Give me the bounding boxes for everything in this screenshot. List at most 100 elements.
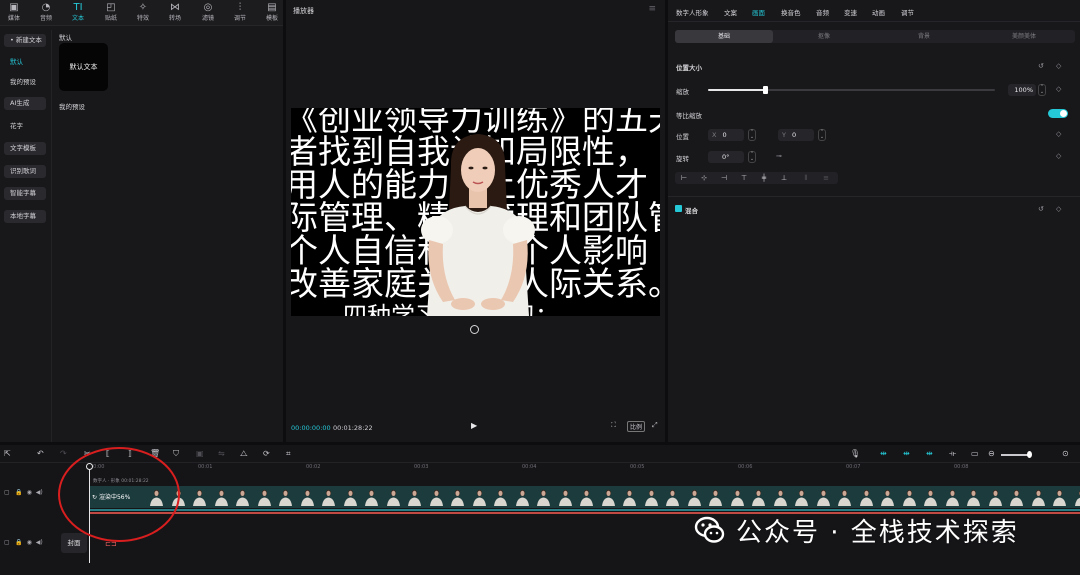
side-item-ai-generate[interactable]: AI生成 bbox=[4, 97, 46, 110]
thumbnail-icon[interactable]: ▭ bbox=[971, 449, 979, 458]
rotate-dial-icon[interactable]: ⊸ bbox=[776, 152, 782, 160]
time-ruler[interactable]: 00:00 00:01 00:02 00:03 00:04 00:05 00:0… bbox=[88, 464, 1080, 474]
track-cover-icon[interactable]: ▢ bbox=[4, 489, 10, 496]
blend-checkbox[interactable] bbox=[675, 205, 682, 212]
recenter-icon[interactable] bbox=[470, 325, 479, 334]
side-item-default[interactable]: 默认 bbox=[4, 56, 46, 69]
undo-icon[interactable]: ↶ bbox=[37, 449, 44, 458]
marker-icon[interactable]: ⛉ bbox=[173, 449, 179, 459]
play-icon[interactable]: ▶ bbox=[471, 421, 477, 430]
rotate-icon[interactable]: ⟳ bbox=[263, 449, 270, 458]
tab-sticker[interactable]: ◰ 贴纸 bbox=[100, 2, 122, 23]
crop-icon[interactable]: ⌗ bbox=[286, 449, 291, 459]
rotate-input[interactable]: 0° bbox=[708, 151, 744, 163]
volume-icon[interactable]: ◀) bbox=[36, 489, 43, 496]
keyframe-icon[interactable]: ◇ bbox=[1056, 130, 1061, 138]
rotate-label: 旋转 bbox=[676, 155, 689, 163]
keyframe-icon[interactable]: ◇ bbox=[1056, 205, 1061, 213]
cover-button[interactable]: 封面 bbox=[61, 533, 87, 553]
distribute-v-icon[interactable]: ≡ bbox=[817, 172, 835, 184]
fullscreen-frame-icon[interactable]: ⛶ bbox=[611, 421, 616, 430]
position-x-input[interactable]: X0 bbox=[708, 129, 744, 141]
tab-adjust[interactable]: ⫶ 调节 bbox=[229, 2, 251, 23]
tab-filter[interactable]: ◎ 滤镜 bbox=[197, 2, 219, 23]
digital-human-figure[interactable] bbox=[403, 126, 553, 316]
side-item-fancy-text[interactable]: 花字 bbox=[4, 120, 46, 133]
section-presets-title: 我的预设 bbox=[59, 103, 85, 111]
mirror-icon[interactable]: ⧍ bbox=[240, 449, 247, 459]
tab-voice[interactable]: 换音色 bbox=[781, 7, 801, 17]
tab-text[interactable]: TI 文本 bbox=[67, 2, 89, 23]
position-y-input[interactable]: Y0 bbox=[778, 129, 814, 141]
distribute-h-icon[interactable]: ⫴ bbox=[797, 172, 815, 184]
tab-digital-human[interactable]: 数字人形象 bbox=[676, 7, 709, 17]
position-y-stepper[interactable]: ⌃ ⌄ bbox=[818, 129, 826, 141]
tab-audio[interactable]: 音频 bbox=[816, 7, 829, 17]
clip-thumbnail bbox=[429, 489, 443, 506]
track-cover-icon[interactable]: ▢ bbox=[4, 539, 10, 546]
preview-axis-icon[interactable]: ⟛ bbox=[949, 449, 956, 459]
align-center-h-icon[interactable]: ⊹ bbox=[695, 172, 713, 184]
subtab-basic[interactable]: 基础 bbox=[675, 30, 773, 43]
zoom-slider-handle[interactable] bbox=[1027, 451, 1032, 458]
visibility-icon[interactable]: ◉ bbox=[27, 489, 32, 496]
tab-script[interactable]: 文案 bbox=[724, 7, 737, 17]
ratio-button[interactable]: 比例 bbox=[627, 421, 646, 432]
keyframe-icon[interactable]: ◇ bbox=[1056, 62, 1061, 70]
digital-human-clip[interactable] bbox=[90, 486, 1080, 508]
side-item-my-presets[interactable]: 我的预设 bbox=[4, 76, 46, 89]
auto-snap-icon[interactable]: ⇹ bbox=[903, 449, 910, 458]
tab-audio[interactable]: ◔ 音频 bbox=[35, 2, 57, 23]
tab-media[interactable]: ▣ 媒体 bbox=[3, 2, 25, 23]
video-preview[interactable]: 《创业领导力训练》的五天 者找到自我认知局限性， 用人的能力与让优秀人才 际管理… bbox=[291, 108, 660, 316]
tab-speed[interactable]: 变速 bbox=[844, 7, 857, 17]
main-track-magnet-icon[interactable]: ⇹ bbox=[880, 449, 887, 458]
subtab-cutout[interactable]: 抠像 bbox=[775, 30, 873, 43]
volume-icon[interactable]: ◀) bbox=[36, 539, 43, 546]
lock-icon[interactable]: 🔒 bbox=[15, 539, 22, 546]
scale-stepper[interactable]: ⌃ ⌄ bbox=[1038, 84, 1046, 96]
align-top-icon[interactable]: ⊤ bbox=[735, 172, 753, 184]
scale-slider-handle[interactable] bbox=[763, 86, 769, 94]
tab-adjust[interactable]: 调节 bbox=[901, 7, 914, 17]
align-bottom-icon[interactable]: ⊥ bbox=[775, 172, 793, 184]
scale-value-input[interactable]: 100% bbox=[1008, 84, 1036, 96]
keyframe-icon[interactable]: ◇ bbox=[1056, 85, 1061, 93]
align-right-icon[interactable]: ⊣ bbox=[715, 172, 733, 184]
default-text-card[interactable]: 默认文本 bbox=[59, 43, 108, 91]
tab-picture[interactable]: 画面 bbox=[752, 7, 765, 17]
expand-icon[interactable]: ⤢ bbox=[652, 421, 658, 430]
freeze-icon[interactable]: ▣ bbox=[196, 449, 204, 458]
redo-icon[interactable]: ↷ bbox=[60, 449, 67, 458]
side-item-local-captions[interactable]: 本地字幕 bbox=[4, 210, 46, 223]
subtab-beauty[interactable]: 美颜美体 bbox=[975, 30, 1073, 43]
rotate-stepper[interactable]: ⌃ ⌄ bbox=[748, 151, 756, 163]
zoom-fit-icon[interactable]: ⊙ bbox=[1062, 449, 1069, 458]
side-item-lyrics[interactable]: 识别歌词 bbox=[4, 165, 46, 178]
tab-effects[interactable]: ✧ 特效 bbox=[132, 2, 154, 23]
reset-icon[interactable]: ↺ bbox=[1038, 205, 1044, 213]
tab-animation[interactable]: 动画 bbox=[872, 7, 885, 17]
select-tool-icon[interactable]: ⇱ bbox=[4, 449, 11, 458]
subtab-background[interactable]: 背景 bbox=[875, 30, 973, 43]
keyframe-icon[interactable]: ◇ bbox=[1056, 152, 1061, 160]
reset-icon[interactable]: ↺ bbox=[1038, 62, 1044, 70]
align-center-v-icon[interactable]: ╪ bbox=[755, 172, 773, 184]
side-item-auto-captions[interactable]: 智能字幕 bbox=[4, 187, 46, 200]
menu-icon[interactable]: ≡ bbox=[648, 4, 656, 14]
side-item-text-template[interactable]: 文字模板 bbox=[4, 142, 46, 155]
lock-icon[interactable]: 🔒 bbox=[15, 489, 22, 496]
visibility-icon[interactable]: ◉ bbox=[27, 539, 32, 546]
uniform-scale-toggle[interactable] bbox=[1048, 109, 1068, 118]
reverse-icon[interactable]: ⇋ bbox=[218, 449, 225, 458]
align-left-icon[interactable]: ⊢ bbox=[675, 172, 693, 184]
microphone-icon[interactable]: 🎙 bbox=[850, 449, 860, 458]
zoom-out-icon[interactable]: ⊖ bbox=[988, 449, 995, 458]
side-item-new-text[interactable]: • 新建文本 bbox=[4, 34, 46, 47]
tab-template[interactable]: ▤ 模板 bbox=[261, 2, 283, 23]
scale-slider[interactable] bbox=[708, 86, 995, 94]
position-x-stepper[interactable]: ⌃ ⌄ bbox=[748, 129, 756, 141]
linkage-icon[interactable]: ⇹ bbox=[926, 449, 933, 458]
section-position-size[interactable]: 位置大小 bbox=[676, 62, 702, 72]
tab-transition[interactable]: ⋈ 转场 bbox=[164, 2, 186, 23]
